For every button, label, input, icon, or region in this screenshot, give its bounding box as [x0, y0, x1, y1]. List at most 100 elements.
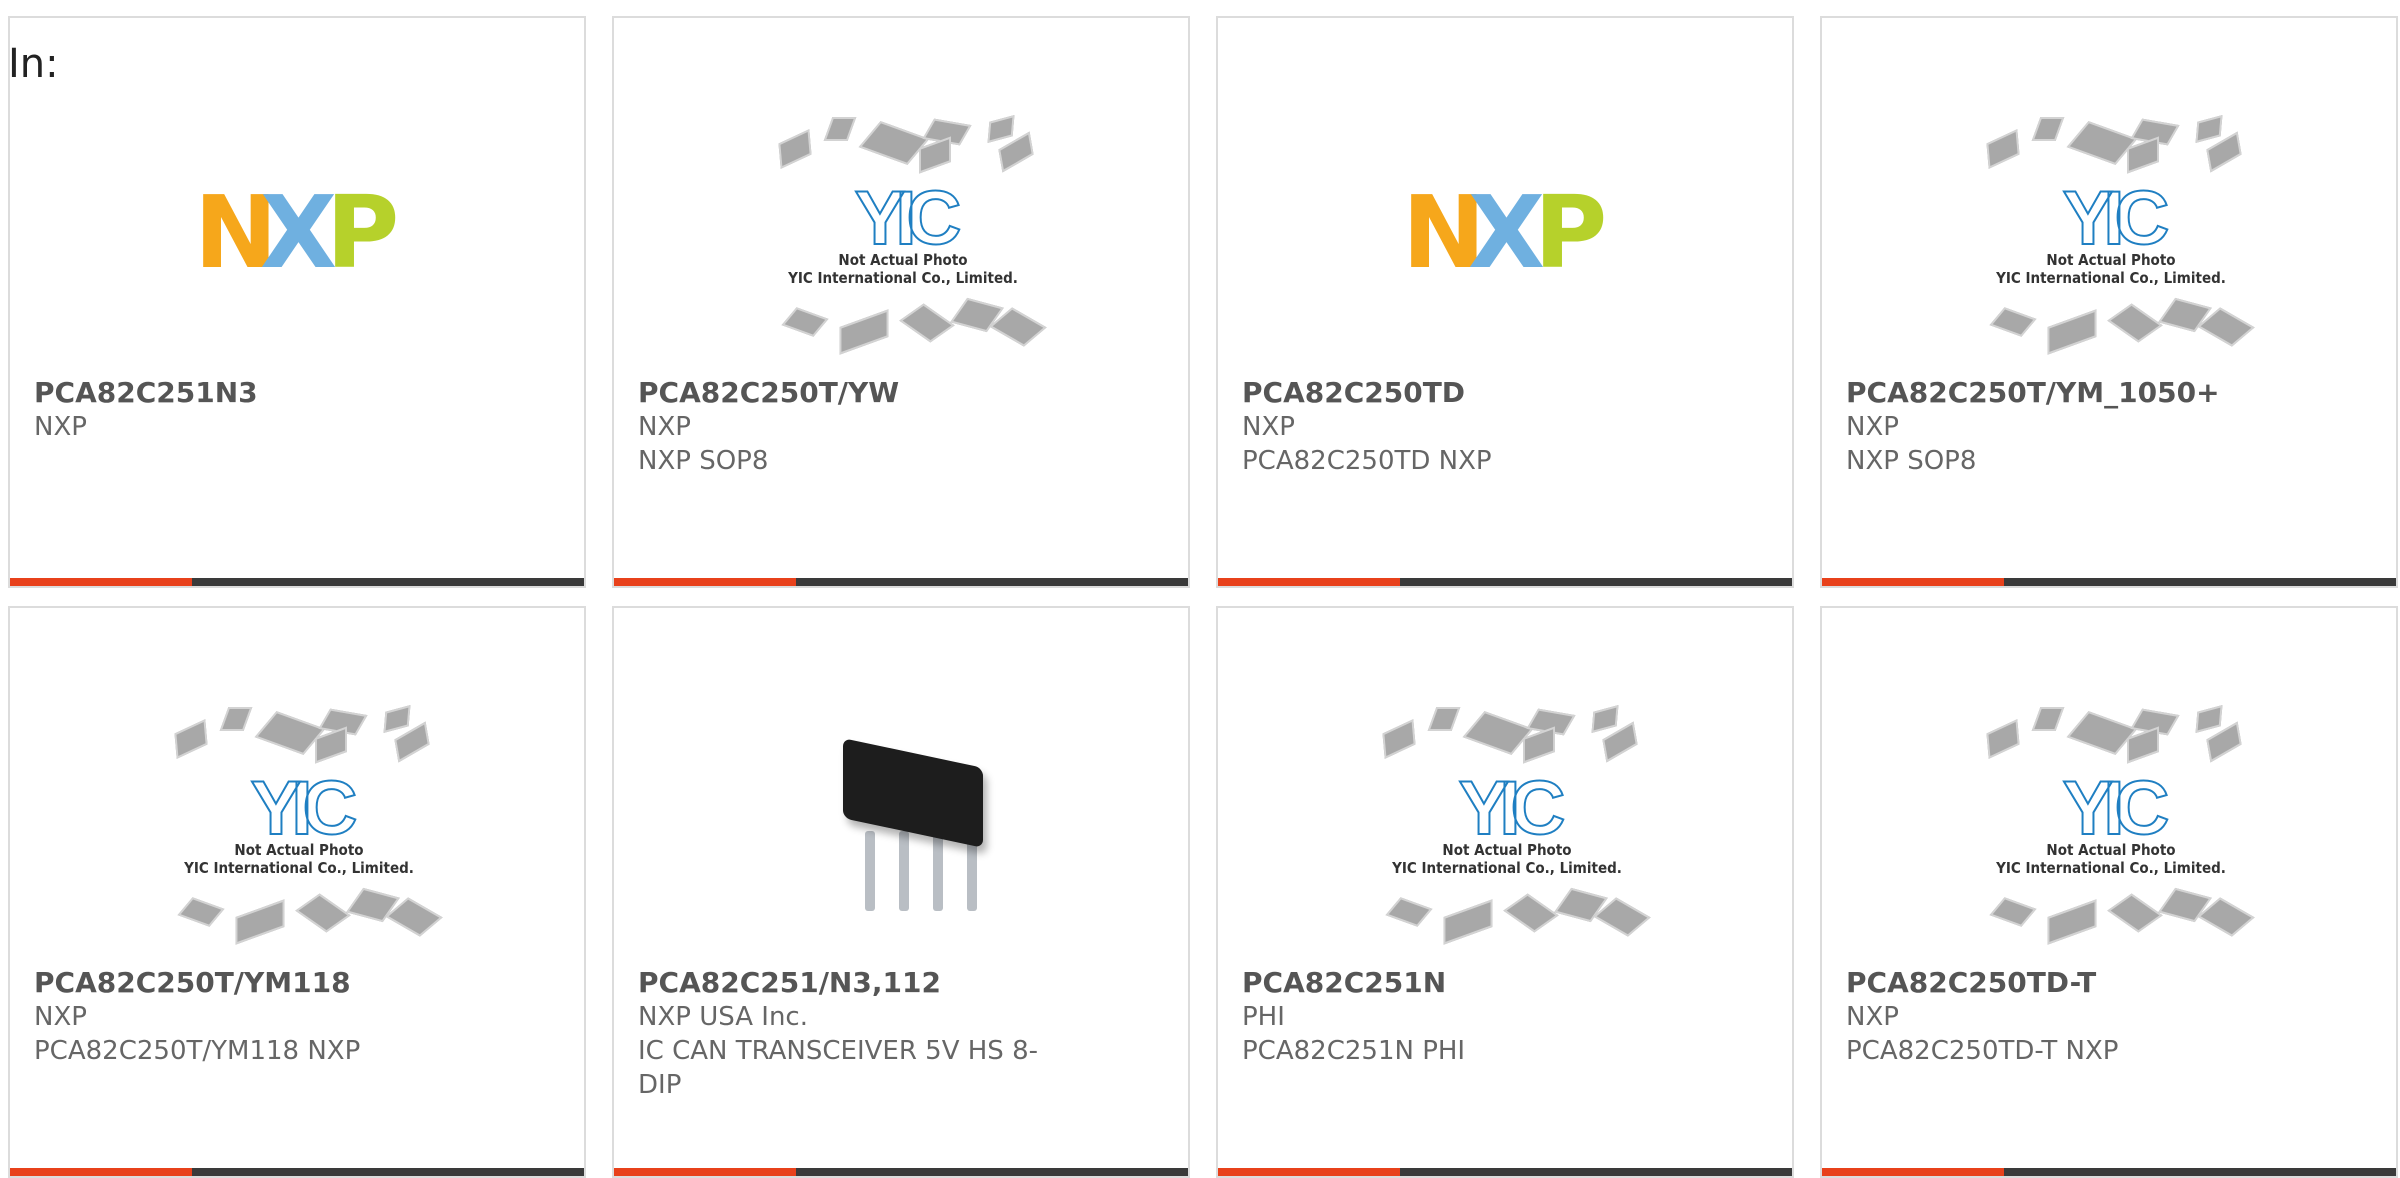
- product-card[interactable]: PCA82C251/N3,112 NXP USA Inc. IC CAN TRANS…: [612, 606, 1190, 1178]
- chip-icon: [1986, 719, 2020, 759]
- chip-pin: [933, 831, 943, 911]
- product-info: PCA82C251N PHI PCA82C251N PHI: [1242, 966, 1682, 1068]
- product-info: PCA82C250T/YM118 NXP PCA82C250T/YM118 NXP: [34, 966, 474, 1068]
- placeholder-image: YIC Not Actual Photo YIC International Co.…: [768, 113, 1047, 355]
- caption-line-2: YIC International Co., Limited.: [1996, 269, 2226, 287]
- card-accent-bar: [1822, 1168, 2004, 1176]
- chip-icon: [899, 303, 955, 343]
- chip-icon: [1503, 893, 1559, 933]
- product-description: NXP SOP8: [1846, 446, 1977, 476]
- product-card[interactable]: YIC Not Actual Photo YIC International Co.…: [1820, 606, 2398, 1178]
- chip-icon: [1382, 719, 1416, 759]
- chip-icon: [383, 705, 411, 733]
- chip-pin: [865, 831, 875, 911]
- caption-line-2: YIC International Co., Limited.: [184, 859, 414, 877]
- product-part-number[interactable]: PCA82C251N: [1242, 966, 1682, 1000]
- chip-icon: [235, 899, 285, 945]
- chip-icon: [1989, 897, 2037, 927]
- product-part-number[interactable]: PCA82C250T/YW: [638, 376, 1078, 410]
- product-image[interactable]: NXP: [1298, 108, 1716, 358]
- placeholder-caption: Not Actual Photo YIC International Co., L…: [768, 251, 1038, 287]
- nxp-letter: X: [260, 174, 337, 291]
- chip-icon: [174, 719, 208, 759]
- yic-logo: YIC: [1458, 765, 1567, 852]
- product-part-number[interactable]: PCA82C250TD-T: [1846, 966, 2286, 1000]
- product-part-number[interactable]: PCA82C250T/YM_1050+: [1846, 376, 2286, 410]
- chip-icon: [1427, 707, 1461, 731]
- product-card[interactable]: N X P PCA82C251N3 NXP: [8, 16, 586, 588]
- card-accent-bar: [10, 578, 192, 586]
- product-brand: NXP: [1242, 412, 1295, 442]
- card-bottom-bar: [614, 1168, 1188, 1176]
- product-image[interactable]: YIC Not Actual Photo YIC International Co.…: [1902, 698, 2320, 948]
- chip-icon: [2047, 309, 2097, 355]
- card-bottom-bar: [10, 578, 584, 586]
- card-bottom-bar: [1218, 578, 1792, 586]
- product-brand: NXP: [638, 412, 691, 442]
- chip-icon: [1385, 897, 1433, 927]
- card-accent-bar: [10, 1168, 192, 1176]
- product-part-number[interactable]: PCA82C251/N3,112: [638, 966, 1078, 1000]
- product-brand: NXP USA Inc.: [638, 1002, 808, 1032]
- product-part-number[interactable]: PCA82C250TD: [1242, 376, 1682, 410]
- placeholder-image: YIC Not Actual Photo YIC International Co.…: [1372, 703, 1651, 945]
- card-bottom-bar: [10, 1168, 584, 1176]
- yic-logo: YIC: [250, 765, 359, 852]
- product-image[interactable]: YIC Not Actual Photo YIC International Co.…: [1902, 108, 2320, 358]
- chip-icon: [2195, 705, 2223, 733]
- chip-icon: [2047, 899, 2097, 945]
- nxp-letter: P: [1534, 174, 1607, 291]
- product-brand: NXP: [1846, 1002, 1899, 1032]
- chip-icon: [987, 115, 1015, 143]
- product-info: PCA82C251/N3,112 NXP USA Inc. IC CAN TRANS…: [638, 966, 1078, 1102]
- caption-line-2: YIC International Co., Limited.: [1996, 859, 2226, 877]
- product-part-number[interactable]: PCA82C250T/YM118: [34, 966, 474, 1000]
- caption-line-1: Not Actual Photo: [838, 251, 968, 269]
- product-part-number[interactable]: PCA82C251N3: [34, 376, 474, 410]
- card-accent-bar: [614, 1168, 796, 1176]
- placeholder-image: YIC Not Actual Photo YIC International Co.…: [164, 703, 443, 945]
- product-card[interactable]: N X P PCA82C250TD NXP PCA82C250TD NXP: [1216, 16, 1794, 588]
- product-description: PCA82C250TD-T NXP: [1846, 1036, 2119, 1066]
- product-image[interactable]: YIC Not Actual Photo YIC International Co.…: [694, 108, 1112, 358]
- product-image[interactable]: NXP: [90, 108, 508, 358]
- product-description: NXP SOP8: [638, 446, 769, 476]
- product-description: PCA82C250T/YM118 NXP: [34, 1036, 361, 1066]
- placeholder-image: YIC Not Actual Photo YIC International Co.…: [1976, 703, 2255, 945]
- chip-pin: [899, 831, 909, 911]
- caption-line-1: Not Actual Photo: [2046, 841, 2176, 859]
- caption-line-2: YIC International Co., Limited.: [1392, 859, 1622, 877]
- nxp-letter: N: [194, 174, 278, 291]
- yic-logo: YIC: [2062, 765, 2171, 852]
- product-image[interactable]: YIC Not Actual Photo YIC International Co.…: [1298, 698, 1716, 948]
- placeholder-caption: Not Actual Photo YIC International Co., L…: [1372, 841, 1642, 877]
- chip-body: [843, 738, 983, 848]
- product-card[interactable]: YIC Not Actual Photo YIC International Co.…: [1820, 16, 2398, 588]
- nxp-letter: P: [326, 174, 399, 291]
- chip-icon: [2031, 707, 2065, 731]
- placeholder-caption: Not Actual Photo YIC International Co., L…: [164, 841, 434, 877]
- product-description: PCA82C251N PHI: [1242, 1036, 1466, 1066]
- nxp-logo: NXP: [1402, 174, 1612, 291]
- chip-icon: [219, 707, 253, 731]
- chip-icon: [839, 309, 889, 355]
- chip-icon: [1443, 899, 1493, 945]
- product-card[interactable]: YIC Not Actual Photo YIC International Co.…: [1216, 606, 1794, 1178]
- nxp-letter: N: [1402, 174, 1486, 291]
- chip-icon: [1591, 705, 1619, 733]
- nxp-letter: X: [1468, 174, 1545, 291]
- product-card[interactable]: YIC Not Actual Photo YIC International Co.…: [8, 606, 586, 1178]
- product-image[interactable]: YIC Not Actual Photo YIC International Co.…: [90, 698, 508, 948]
- chip-icon: [2107, 303, 2163, 343]
- product-info: PCA82C250TD-T NXP PCA82C250TD-T NXP: [1846, 966, 2286, 1068]
- product-info: PCA82C250TD NXP PCA82C250TD NXP: [1242, 376, 1682, 478]
- product-brand: PHI: [1242, 1002, 1285, 1032]
- chip-icon: [1989, 307, 2037, 337]
- chip-icon: [2195, 115, 2223, 143]
- chip-icon: [823, 117, 857, 141]
- dip-chip-photo: [803, 723, 1003, 923]
- chip-icon: [2031, 117, 2065, 141]
- yic-logo: YIC: [2062, 175, 2171, 262]
- product-image[interactable]: [694, 698, 1112, 948]
- product-card[interactable]: YIC Not Actual Photo YIC International Co.…: [612, 16, 1190, 588]
